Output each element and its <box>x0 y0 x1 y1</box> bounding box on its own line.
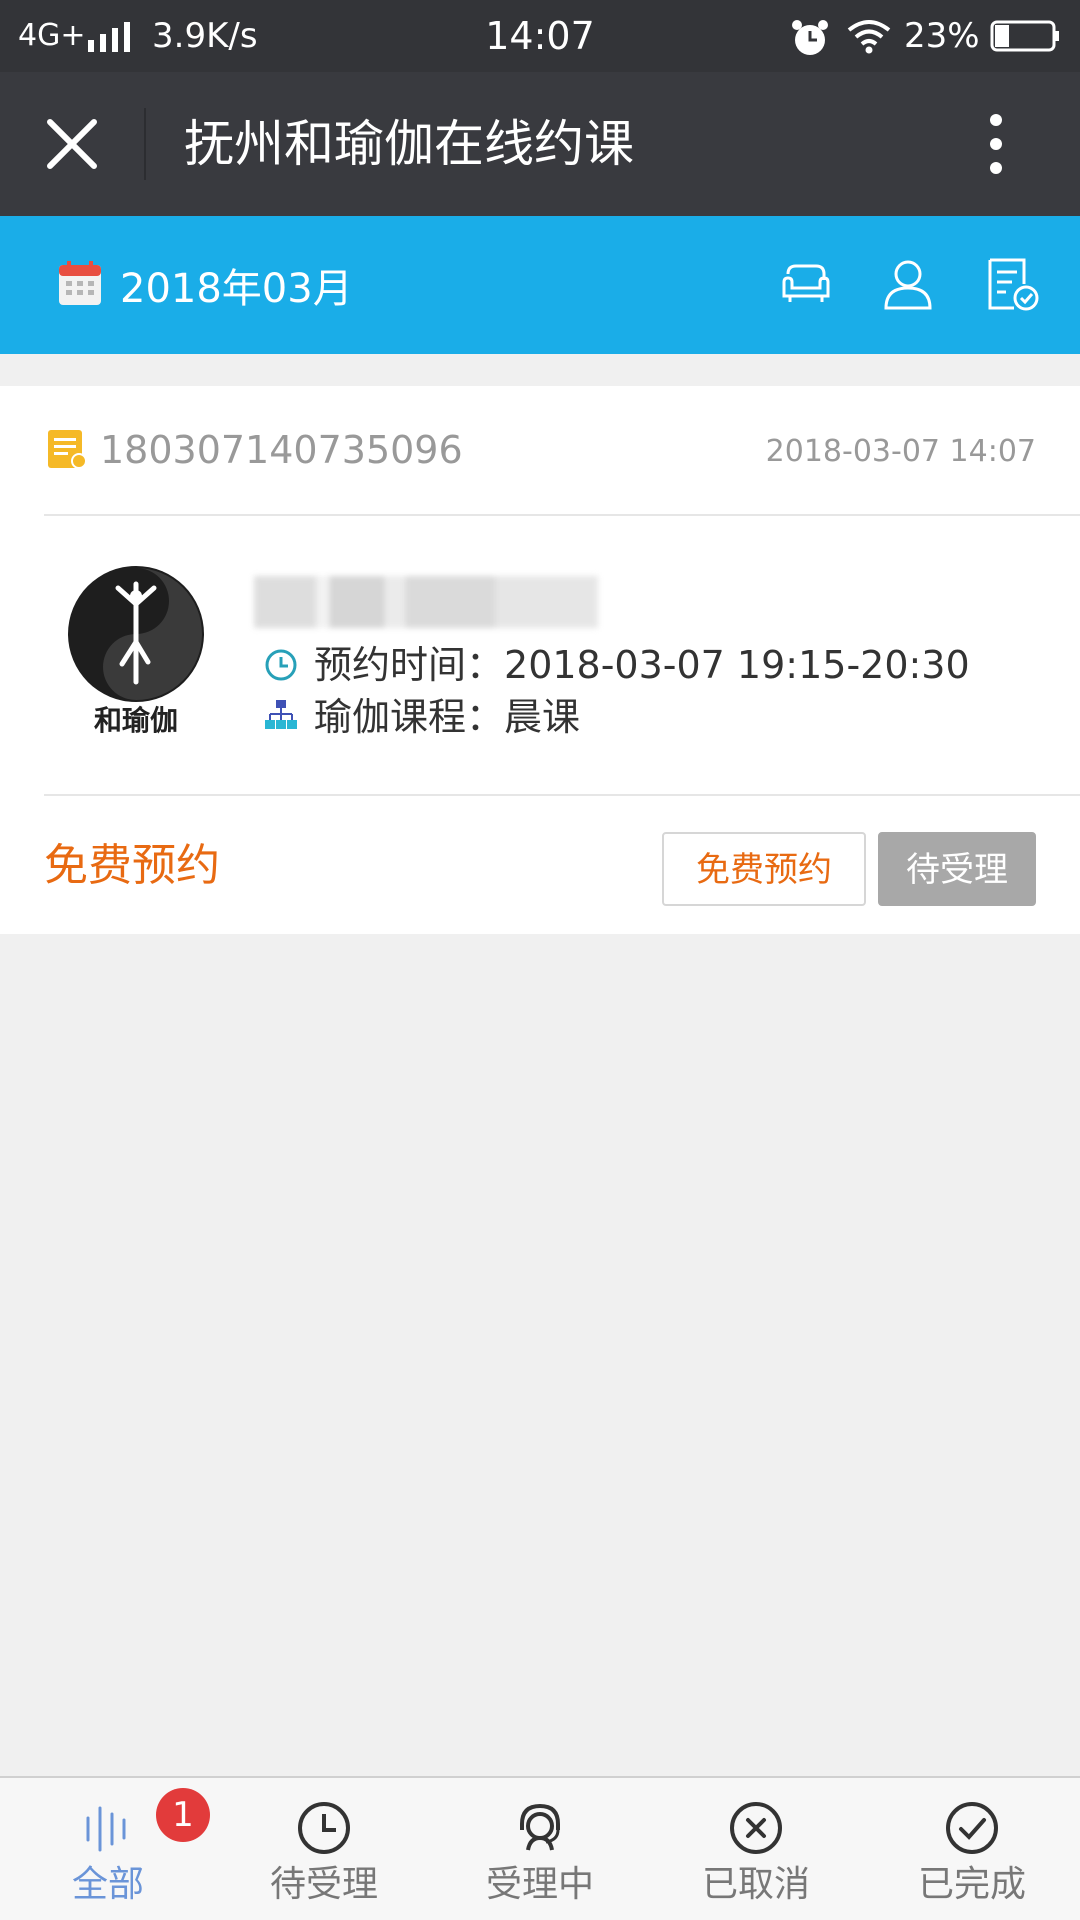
order-list-icon[interactable] <box>984 256 1040 312</box>
title-divider <box>144 108 146 180</box>
free-booking-button[interactable]: 免费预约 <box>662 832 866 906</box>
order-number: 180307140735096 <box>100 428 463 472</box>
battery-icon <box>990 20 1059 52</box>
close-icon[interactable] <box>44 116 100 172</box>
more-vertical-icon[interactable] <box>976 110 1016 178</box>
order-created-time: 2018-03-07 14:07 <box>765 434 1036 469</box>
studio-logo: 和瑜伽 <box>68 566 204 737</box>
appointment-time-label: 预约时间： <box>314 643 505 687</box>
cancel-circle-icon <box>730 1802 782 1854</box>
order-card[interactable]: 180307140735096 2018-03-07 14:07 和瑜伽 预约时… <box>0 386 1080 934</box>
bottom-tab-bar: 全部 1 待受理 受理中 已取消 已完成 <box>0 1776 1080 1920</box>
student-name-blurred <box>254 576 598 628</box>
calendar-icon[interactable] <box>58 260 102 306</box>
tab-pending[interactable]: 待受理 <box>216 1778 432 1920</box>
logo-text: 和瑜伽 <box>94 704 178 737</box>
course-value: 晨课 <box>504 695 581 739</box>
tab-label: 已完成 <box>917 1864 1026 1905</box>
clock-icon <box>298 1802 350 1854</box>
tab-completed[interactable]: 已完成 <box>864 1778 1080 1920</box>
divider <box>44 514 1080 516</box>
course-label: 瑜伽课程： <box>314 695 505 739</box>
tab-label: 受理中 <box>485 1864 594 1905</box>
notification-badge: 1 <box>156 1788 210 1842</box>
support-agent-icon <box>520 1803 560 1851</box>
course-info: 瑜伽课程：晨课 <box>314 694 580 740</box>
pending-status-button[interactable]: 待受理 <box>878 832 1036 906</box>
appointment-time-value: 2018-03-07 19:15-20:30 <box>504 643 970 687</box>
tab-all[interactable]: 全部 1 <box>0 1778 216 1920</box>
month-selector[interactable]: 2018年03月 <box>120 264 353 314</box>
title-bar: 抚州和瑜伽在线约课 <box>0 72 1080 216</box>
status-bar: 4G+ 3.9K/s 14:07 23% <box>0 0 1080 72</box>
tab-label: 已取消 <box>701 1864 810 1905</box>
all-icon <box>86 1806 126 1852</box>
tab-label: 全部 <box>71 1864 144 1905</box>
check-circle-icon <box>946 1802 998 1854</box>
tab-cancelled[interactable]: 已取消 <box>648 1778 864 1920</box>
user-icon[interactable] <box>880 256 936 312</box>
appointment-time: 预约时间：2018-03-07 19:15-20:30 <box>314 642 970 688</box>
course-icon <box>265 700 297 729</box>
divider <box>44 794 1080 796</box>
wifi-icon <box>847 20 891 54</box>
tab-label: 待受理 <box>269 1864 378 1905</box>
alarm-icon <box>792 20 828 55</box>
page-title: 抚州和瑜伽在线约课 <box>184 115 634 173</box>
clock-icon <box>265 649 297 681</box>
sofa-icon[interactable] <box>778 256 834 312</box>
month-header: 2018年03月 <box>0 216 1080 354</box>
booking-type: 免费预约 <box>44 840 220 891</box>
tab-processing[interactable]: 受理中 <box>432 1778 648 1920</box>
order-icon <box>48 430 87 469</box>
battery-percent: 23% <box>904 16 980 56</box>
